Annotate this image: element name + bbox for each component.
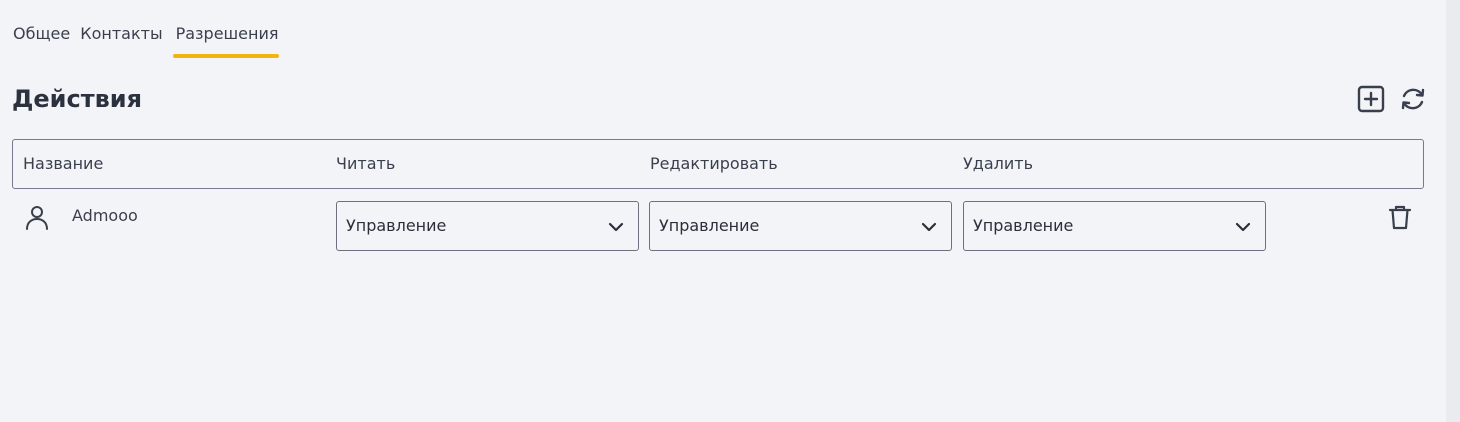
edit-permission-select[interactable]: Управление [649,201,952,251]
permissions-page: Общее Контакты Разрешения Действия Назва… [0,0,1460,422]
tab-contacts[interactable]: Контакты [80,22,172,60]
column-header-edit: Редактировать [650,154,778,173]
edit-permission-value: Управление [659,216,760,235]
scrollbar-track[interactable] [1446,0,1460,422]
user-icon [26,206,48,230]
tab-bar: Общее Контакты Разрешения [13,22,289,60]
column-header-read: Читать [336,154,396,173]
delete-permission-value: Управление [973,216,1074,235]
section-actions [1356,84,1428,114]
trash-icon [1388,205,1412,230]
row-name: Admooo [72,206,138,225]
table-header: Название Читать Редактировать Удалить [12,139,1424,189]
column-header-name: Название [23,154,104,173]
tab-general[interactable]: Общее [13,22,80,60]
read-permission-value: Управление [346,216,447,235]
refresh-icon [1401,88,1425,110]
chevron-down-icon [921,222,937,232]
column-header-delete: Удалить [963,154,1033,173]
plus-square-icon [1357,85,1385,113]
add-button[interactable] [1356,84,1386,114]
chevron-down-icon [608,222,624,232]
tab-permissions[interactable]: Разрешения [172,22,289,60]
read-permission-select[interactable]: Управление [336,201,639,251]
refresh-button[interactable] [1398,84,1428,114]
table-row: Admooo Управление Управление Управление [12,199,1424,253]
section-title: Действия [12,85,143,113]
delete-permission-select[interactable]: Управление [963,201,1266,251]
remove-row-button[interactable] [1386,203,1414,231]
chevron-down-icon [1235,222,1251,232]
